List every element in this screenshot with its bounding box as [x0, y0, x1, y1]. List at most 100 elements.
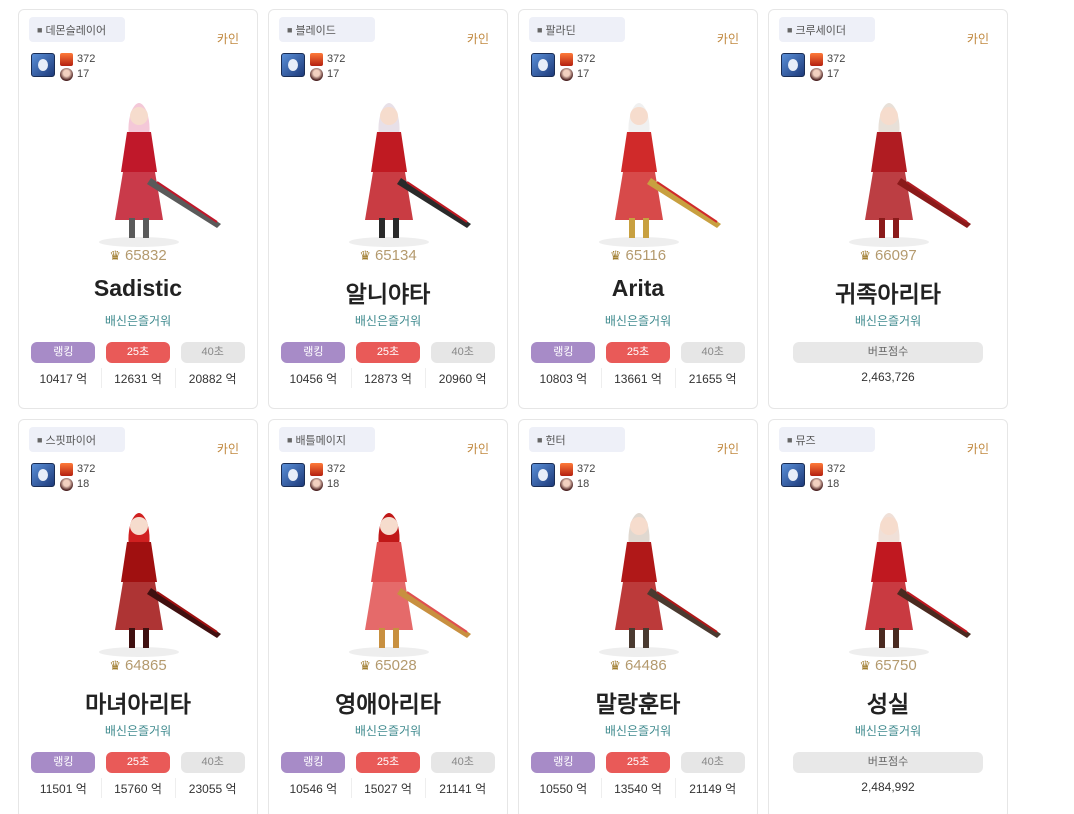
sub-level-icon: [560, 478, 573, 491]
fame-value: 64865: [124, 657, 167, 674]
medal-icon: ♛: [359, 248, 371, 263]
level-icon: [560, 53, 573, 66]
character-card[interactable]: ■ 블레이드 카인 372 17 ♛ 65134 알니야타 배신은즐거워 랭킹 …: [268, 9, 508, 409]
job-icon: ■: [287, 434, 293, 445]
guild-name[interactable]: 배신은즐거워: [269, 312, 507, 329]
stat-40s: 40초 23055 억: [175, 752, 250, 800]
guild-name[interactable]: 배신은즐거워: [19, 312, 257, 329]
fame-value: 65750: [874, 657, 917, 674]
job-icon: ■: [537, 24, 543, 35]
level-value: 372: [327, 53, 346, 65]
guild-name[interactable]: 배신은즐거워: [769, 312, 1007, 329]
server-label: 카인: [216, 32, 239, 46]
40s-badge[interactable]: 40초: [680, 752, 745, 773]
character-card[interactable]: ■ 크루세이더 카인 372 17 ♛ 66097 귀족아리타 배신은즐거워 버프…: [768, 9, 1008, 409]
level-icon: [810, 53, 823, 66]
damage-stats: 랭킹 10456 억 25초 12873 억 40초 20960 억: [276, 342, 500, 390]
character-name[interactable]: 알니야타: [269, 275, 507, 309]
job-label: 배틀메이지: [295, 434, 347, 447]
buff-score-value: 2,484,992: [861, 780, 915, 794]
character-card[interactable]: ■ 팔라딘 카인 372 17 ♛ 65116 Arita 배신은즐거워 랭킹 …: [518, 9, 758, 409]
guild-name[interactable]: 배신은즐거워: [769, 722, 1007, 739]
sub-level-value: 17: [577, 68, 590, 80]
character-name[interactable]: Sadistic: [19, 275, 257, 302]
level-value: 372: [77, 53, 96, 65]
25s-value: 13540 억: [614, 782, 662, 796]
server-label: 카인: [216, 442, 239, 456]
ranking-badge[interactable]: 랭킹: [281, 752, 346, 773]
guild-name[interactable]: 배신은즐거워: [519, 722, 757, 739]
character-card[interactable]: ■ 배틀메이지 카인 372 18 ♛ 65028 영애아리타 배신은즐거워 랭…: [268, 419, 508, 814]
40s-value: 21149 억: [689, 782, 737, 796]
character-art: [539, 492, 739, 660]
stat-40s: 40초 20882 억: [175, 342, 250, 390]
character-card[interactable]: ■ 헌터 카인 372 18 ♛ 64486 말랑훈타 배신은즐거워 랭킹 10…: [518, 419, 758, 814]
guild-name[interactable]: 배신은즐거워: [519, 312, 757, 329]
character-card[interactable]: ■ 뮤즈 카인 372 18 ♛ 65750 성실 배신은즐거워 버프점수 2,…: [768, 419, 1008, 814]
avatar-icon: [281, 53, 305, 77]
sub-level-icon: [60, 478, 73, 491]
fame-score: ♛ 65028: [269, 657, 507, 674]
25s-badge[interactable]: 25초: [606, 342, 670, 363]
40s-badge[interactable]: 40초: [680, 342, 745, 363]
character-art: [789, 82, 989, 250]
stat-40s: 40초 20960 억: [425, 342, 500, 390]
40s-badge[interactable]: 40초: [430, 752, 495, 773]
buff-score-value: 2,463,726: [861, 370, 915, 384]
medal-icon: ♛: [609, 658, 621, 673]
character-card[interactable]: ■ 데몬슬레이어 카인 372 17 ♛ 65832 Sadistic 배신은즐거…: [18, 9, 258, 409]
stat-40s: 40초 21141 억: [425, 752, 500, 800]
level-value: 372: [577, 53, 596, 65]
40s-badge[interactable]: 40초: [430, 342, 495, 363]
stat-ranking: 랭킹 10550 억: [526, 752, 601, 800]
25s-badge[interactable]: 25초: [356, 752, 420, 773]
buff-score-label: 버프점수: [793, 752, 983, 773]
character-art: [539, 82, 739, 250]
level-icon: [310, 463, 323, 476]
guild-name[interactable]: 배신은즐거워: [269, 722, 507, 739]
sub-level-icon: [810, 68, 823, 81]
guild-name[interactable]: 배신은즐거워: [19, 722, 257, 739]
sub-level-icon: [310, 68, 323, 81]
25s-badge[interactable]: 25초: [106, 752, 170, 773]
40s-badge[interactable]: 40초: [180, 342, 245, 363]
avatar-icon: [531, 463, 555, 487]
fame-score: ♛ 65832: [19, 247, 257, 264]
fame-score: ♛ 65116: [519, 247, 757, 264]
character-name[interactable]: 성실: [769, 685, 1007, 719]
job-icon: ■: [787, 24, 793, 35]
server-label: 카인: [716, 32, 739, 46]
character-art: [289, 82, 489, 250]
damage-stats: 랭킹 10417 억 25초 12631 억 40초 20882 억: [26, 342, 250, 390]
character-card[interactable]: ■ 스핏파이어 카인 372 18 ♛ 64865 마녀아리타 배신은즐거워 랭…: [18, 419, 258, 814]
ranking-badge[interactable]: 랭킹: [531, 342, 596, 363]
stat-25s: 25초 13540 억: [600, 752, 676, 800]
character-name[interactable]: 말랑훈타: [519, 685, 757, 719]
character-name[interactable]: 영애아리타: [269, 685, 507, 719]
25s-badge[interactable]: 25초: [356, 342, 420, 363]
character-name[interactable]: 귀족아리타: [769, 275, 1007, 309]
fame-value: 64486: [624, 657, 667, 674]
25s-badge[interactable]: 25초: [106, 342, 170, 363]
job-label: 크루세이더: [795, 24, 847, 37]
character-art: [289, 492, 489, 660]
25s-value: 12873 억: [364, 372, 412, 386]
character-name[interactable]: 마녀아리타: [19, 685, 257, 719]
character-name[interactable]: Arita: [519, 275, 757, 302]
damage-stats: 랭킹 10550 억 25초 13540 억 40초 21149 억: [526, 752, 750, 800]
sub-level-value: 17: [327, 68, 340, 80]
stat-ranking: 랭킹 10803 억: [526, 342, 601, 390]
ranking-badge[interactable]: 랭킹: [31, 342, 96, 363]
job-label: 뮤즈: [795, 434, 816, 447]
server-label: 카인: [466, 442, 489, 456]
ranking-badge[interactable]: 랭킹: [31, 752, 96, 773]
stat-40s: 40초 21655 억: [675, 342, 750, 390]
avatar-icon: [281, 463, 305, 487]
25s-badge[interactable]: 25초: [606, 752, 670, 773]
ranking-badge[interactable]: 랭킹: [281, 342, 346, 363]
buff-score-label: 버프점수: [793, 342, 983, 363]
40s-value: 20960 억: [438, 372, 487, 386]
40s-badge[interactable]: 40초: [180, 752, 245, 773]
server-label: 카인: [966, 442, 989, 456]
ranking-badge[interactable]: 랭킹: [531, 752, 596, 773]
